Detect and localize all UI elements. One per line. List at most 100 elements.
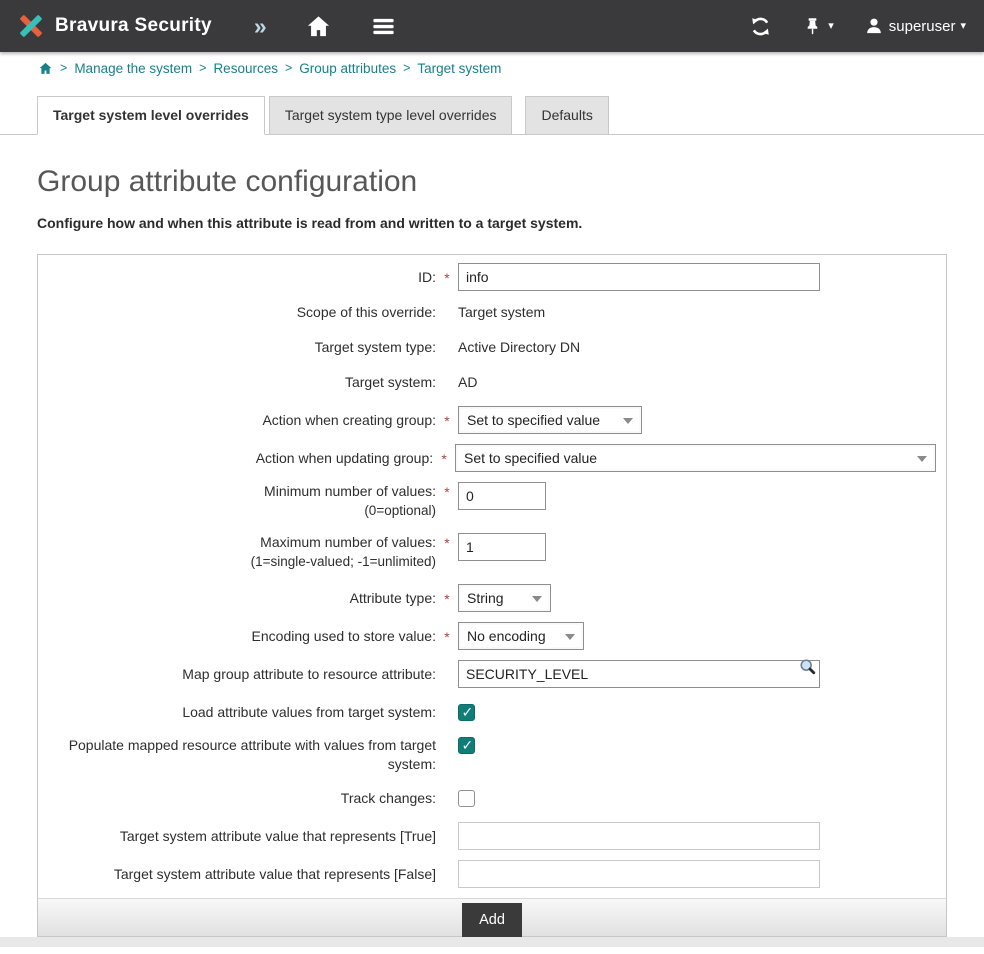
required-asterisk bbox=[436, 311, 458, 313]
top-navbar: Bravura Security » bbox=[0, 0, 984, 52]
user-icon bbox=[864, 16, 884, 36]
max-values-input[interactable] bbox=[458, 533, 546, 561]
field-label: Target system attribute value that repre… bbox=[48, 827, 436, 846]
form-row-max-values: Maximum number of values: (1=single-valu… bbox=[48, 533, 936, 571]
page-title: Group attribute configuration bbox=[37, 165, 984, 199]
breadcrumb: > Manage the system > Resources > Group … bbox=[0, 52, 984, 84]
breadcrumb-home-icon[interactable] bbox=[38, 61, 53, 76]
pin-icon bbox=[802, 16, 823, 37]
breadcrumb-separator: > bbox=[60, 61, 67, 75]
select-value: Set to specified value bbox=[464, 450, 597, 466]
form-row-action-updating: Action when updating group: * Set to spe… bbox=[48, 444, 936, 472]
home-icon[interactable] bbox=[305, 13, 332, 40]
action-when-creating-group-select[interactable]: Set to specified value bbox=[458, 406, 642, 434]
select-value: Set to specified value bbox=[467, 412, 600, 428]
breadcrumb-link-resources[interactable]: Resources bbox=[213, 61, 278, 76]
chevron-down-icon bbox=[623, 418, 633, 424]
panel-footer: Add bbox=[38, 898, 946, 936]
field-label: Action when creating group: bbox=[48, 411, 436, 430]
page-bottom-strip bbox=[0, 937, 984, 947]
field-label: Action when updating group: bbox=[48, 449, 433, 468]
add-button[interactable]: Add bbox=[462, 903, 522, 937]
id-input[interactable] bbox=[458, 263, 820, 291]
tab-bar: Target system level overrides Target sys… bbox=[0, 84, 984, 135]
true-value-input[interactable] bbox=[458, 822, 820, 850]
user-menu[interactable]: superuser ▾ bbox=[864, 16, 966, 36]
breadcrumb-separator: > bbox=[285, 61, 292, 75]
field-label: Target system type: bbox=[48, 338, 436, 357]
form-row-id: ID: * bbox=[48, 263, 936, 291]
field-label: Maximum number of values: (1=single-valu… bbox=[48, 533, 436, 571]
load-attribute-values-checkbox[interactable] bbox=[458, 704, 475, 721]
select-value: No encoding bbox=[467, 628, 546, 644]
required-asterisk: * bbox=[436, 268, 458, 286]
select-value: String bbox=[467, 590, 504, 606]
target-system-value: AD bbox=[458, 374, 477, 390]
form-row-track-changes: Track changes: bbox=[48, 784, 936, 812]
false-value-input[interactable] bbox=[458, 860, 820, 888]
breadcrumb-separator: > bbox=[199, 61, 206, 75]
form-row-attribute-type: Attribute type: * String bbox=[48, 584, 936, 612]
attribute-config-panel: ID: * Scope of this override: Target sys… bbox=[37, 254, 947, 937]
required-asterisk bbox=[436, 736, 458, 738]
field-label: Populate mapped resource attribute with … bbox=[48, 736, 436, 774]
required-asterisk bbox=[436, 873, 458, 875]
action-when-updating-group-select[interactable]: Set to specified value bbox=[455, 444, 936, 472]
form-row-min-values: Minimum number of values: (0=optional) * bbox=[48, 482, 936, 520]
required-asterisk bbox=[436, 835, 458, 837]
field-label: ID: bbox=[48, 268, 436, 287]
field-label: Track changes: bbox=[48, 789, 436, 808]
form-row-map-attribute: Map group attribute to resource attribut… bbox=[48, 660, 936, 688]
field-label: Target system: bbox=[48, 373, 436, 392]
target-system-type-value: Active Directory DN bbox=[458, 339, 580, 355]
brand-name: Bravura Security bbox=[55, 15, 212, 37]
collapse-sidebar-icon[interactable]: » bbox=[254, 15, 267, 38]
search-icon[interactable] bbox=[798, 657, 817, 681]
pin-menu[interactable]: ▾ bbox=[802, 16, 834, 37]
brand[interactable]: Bravura Security bbox=[16, 11, 212, 41]
chevron-down-icon bbox=[532, 596, 542, 602]
required-asterisk: * bbox=[436, 533, 458, 551]
refresh-icon[interactable] bbox=[749, 15, 772, 38]
breadcrumb-link-group-attributes[interactable]: Group attributes bbox=[299, 61, 396, 76]
attribute-type-select[interactable]: String bbox=[458, 584, 551, 612]
scope-value: Target system bbox=[458, 304, 545, 320]
encoding-select[interactable]: No encoding bbox=[458, 622, 584, 650]
field-label: Attribute type: bbox=[48, 589, 436, 608]
min-values-input[interactable] bbox=[458, 482, 546, 510]
caret-down-icon: ▾ bbox=[960, 21, 966, 32]
form-row-true-value: Target system attribute value that repre… bbox=[48, 822, 936, 850]
caret-down-icon: ▾ bbox=[828, 21, 834, 32]
tab-target-system-level-overrides[interactable]: Target system level overrides bbox=[37, 96, 265, 135]
required-asterisk: * bbox=[436, 411, 458, 429]
breadcrumb-link-manage-the-system[interactable]: Manage the system bbox=[74, 61, 192, 76]
populate-mapped-attribute-checkbox[interactable] bbox=[458, 737, 475, 754]
form-row-action-creating: Action when creating group: * Set to spe… bbox=[48, 406, 936, 434]
tab-target-system-type-level-overrides[interactable]: Target system type level overrides bbox=[269, 96, 513, 135]
track-changes-checkbox[interactable] bbox=[458, 790, 475, 807]
field-label: Minimum number of values: (0=optional) bbox=[48, 482, 436, 520]
form-row-encoding: Encoding used to store value: * No encod… bbox=[48, 622, 936, 650]
page-subtitle: Configure how and when this attribute is… bbox=[37, 215, 984, 231]
field-label: Map group attribute to resource attribut… bbox=[48, 665, 436, 684]
form-row-scope: Scope of this override: Target system bbox=[48, 301, 936, 323]
required-asterisk bbox=[436, 797, 458, 799]
required-asterisk: * bbox=[436, 627, 458, 645]
bravura-logo-icon bbox=[16, 11, 46, 41]
field-label: Load attribute values from target system… bbox=[48, 703, 436, 722]
form-row-populate-mapped: Populate mapped resource attribute with … bbox=[48, 736, 936, 774]
breadcrumb-link-target-system[interactable]: Target system bbox=[417, 61, 501, 76]
field-sublabel: (1=single-valued; -1=unlimited) bbox=[48, 552, 436, 571]
map-attribute-input[interactable] bbox=[458, 660, 820, 688]
form-row-false-value: Target system attribute value that repre… bbox=[48, 860, 936, 888]
menu-icon[interactable] bbox=[370, 13, 397, 40]
form-row-load-values: Load attribute values from target system… bbox=[48, 698, 936, 726]
required-asterisk bbox=[436, 673, 458, 675]
field-label: Encoding used to store value: bbox=[48, 627, 436, 646]
required-asterisk: * bbox=[433, 449, 455, 467]
required-asterisk bbox=[436, 381, 458, 383]
required-asterisk bbox=[436, 711, 458, 713]
field-label: Scope of this override: bbox=[48, 303, 436, 322]
tab-defaults[interactable]: Defaults bbox=[525, 96, 608, 135]
form-row-target-system: Target system: AD bbox=[48, 371, 936, 393]
